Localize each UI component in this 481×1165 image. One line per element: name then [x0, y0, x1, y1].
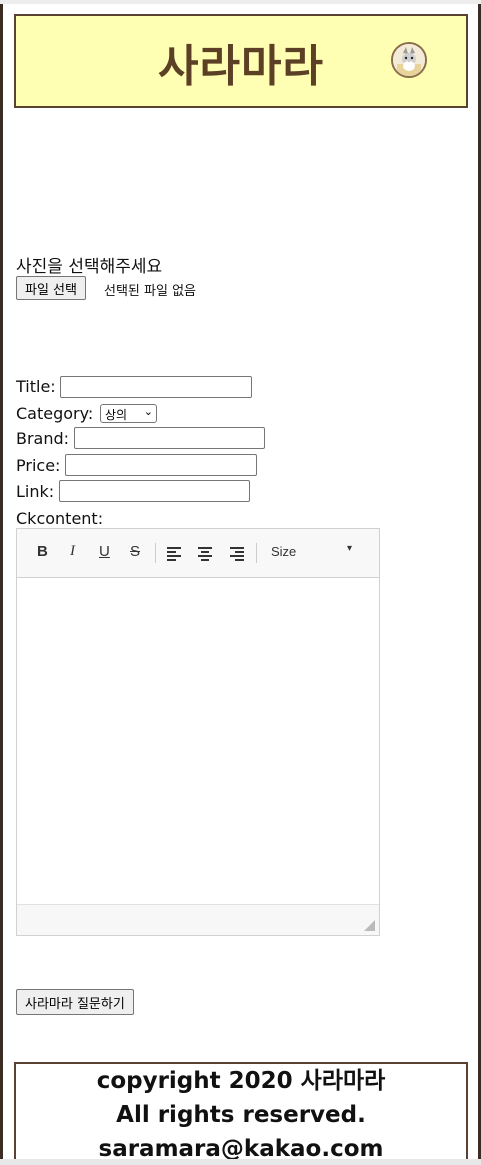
underline-button[interactable]: U [99, 543, 110, 560]
italic-button[interactable]: I [70, 543, 75, 560]
footer-email: saramara@kakao.com [98, 1136, 384, 1159]
strikethrough-button[interactable]: S [130, 543, 140, 560]
photo-select-label: 사진을 선택해주세요 [16, 257, 163, 277]
file-select-button[interactable]: 파일 선택 [16, 276, 86, 300]
category-label: Category: [16, 404, 94, 423]
footer-copyright: copyright 2020 사라마라 [96, 1068, 386, 1094]
site-header: 사라마라 [14, 14, 468, 108]
category-select[interactable]: 상의 ⌄ [100, 404, 157, 423]
title-label: Title: [16, 377, 56, 396]
toolbar-divider [155, 543, 156, 563]
title-input[interactable] [60, 376, 252, 398]
page: 사라마라 사진을 선택해주세요 파일 선택 선택된 파일 없음 Title: C… [0, 4, 481, 1159]
align-center-icon[interactable] [198, 547, 212, 563]
editor-content-area[interactable] [17, 577, 379, 905]
footer-rights: All rights reserved. [116, 1102, 366, 1128]
rich-text-editor: B I U S Size ▾ [16, 528, 380, 936]
site-footer: copyright 2020 사라마라 All rights reserved.… [14, 1062, 468, 1159]
file-status-text: 선택된 파일 없음 [104, 284, 196, 299]
submit-question-button[interactable]: 사라마라 질문하기 [16, 989, 134, 1015]
ckcontent-label: Ckcontent: [16, 509, 104, 528]
caret-down-icon[interactable]: ▾ [347, 543, 352, 554]
toolbar-divider [256, 543, 257, 563]
horizontal-scrollbar[interactable] [0, 1159, 481, 1165]
brand-label: Brand: [16, 429, 70, 448]
cat-avatar-icon[interactable] [391, 42, 427, 78]
font-size-dropdown[interactable]: Size [271, 544, 296, 559]
chevron-down-icon: ⌄ [143, 405, 153, 418]
link-label: Link: [16, 482, 55, 501]
align-left-icon[interactable] [167, 547, 181, 563]
category-selected-value: 상의 [105, 408, 128, 422]
price-input[interactable] [65, 454, 257, 476]
link-input[interactable] [59, 480, 250, 502]
price-label: Price: [16, 456, 61, 475]
resize-handle-icon[interactable] [364, 920, 375, 931]
bold-button[interactable]: B [37, 543, 48, 560]
editor-statusbar [17, 904, 379, 935]
align-right-icon[interactable] [230, 547, 244, 563]
brand-input[interactable] [74, 427, 265, 449]
editor-toolbar: B I U S Size ▾ [17, 529, 379, 578]
